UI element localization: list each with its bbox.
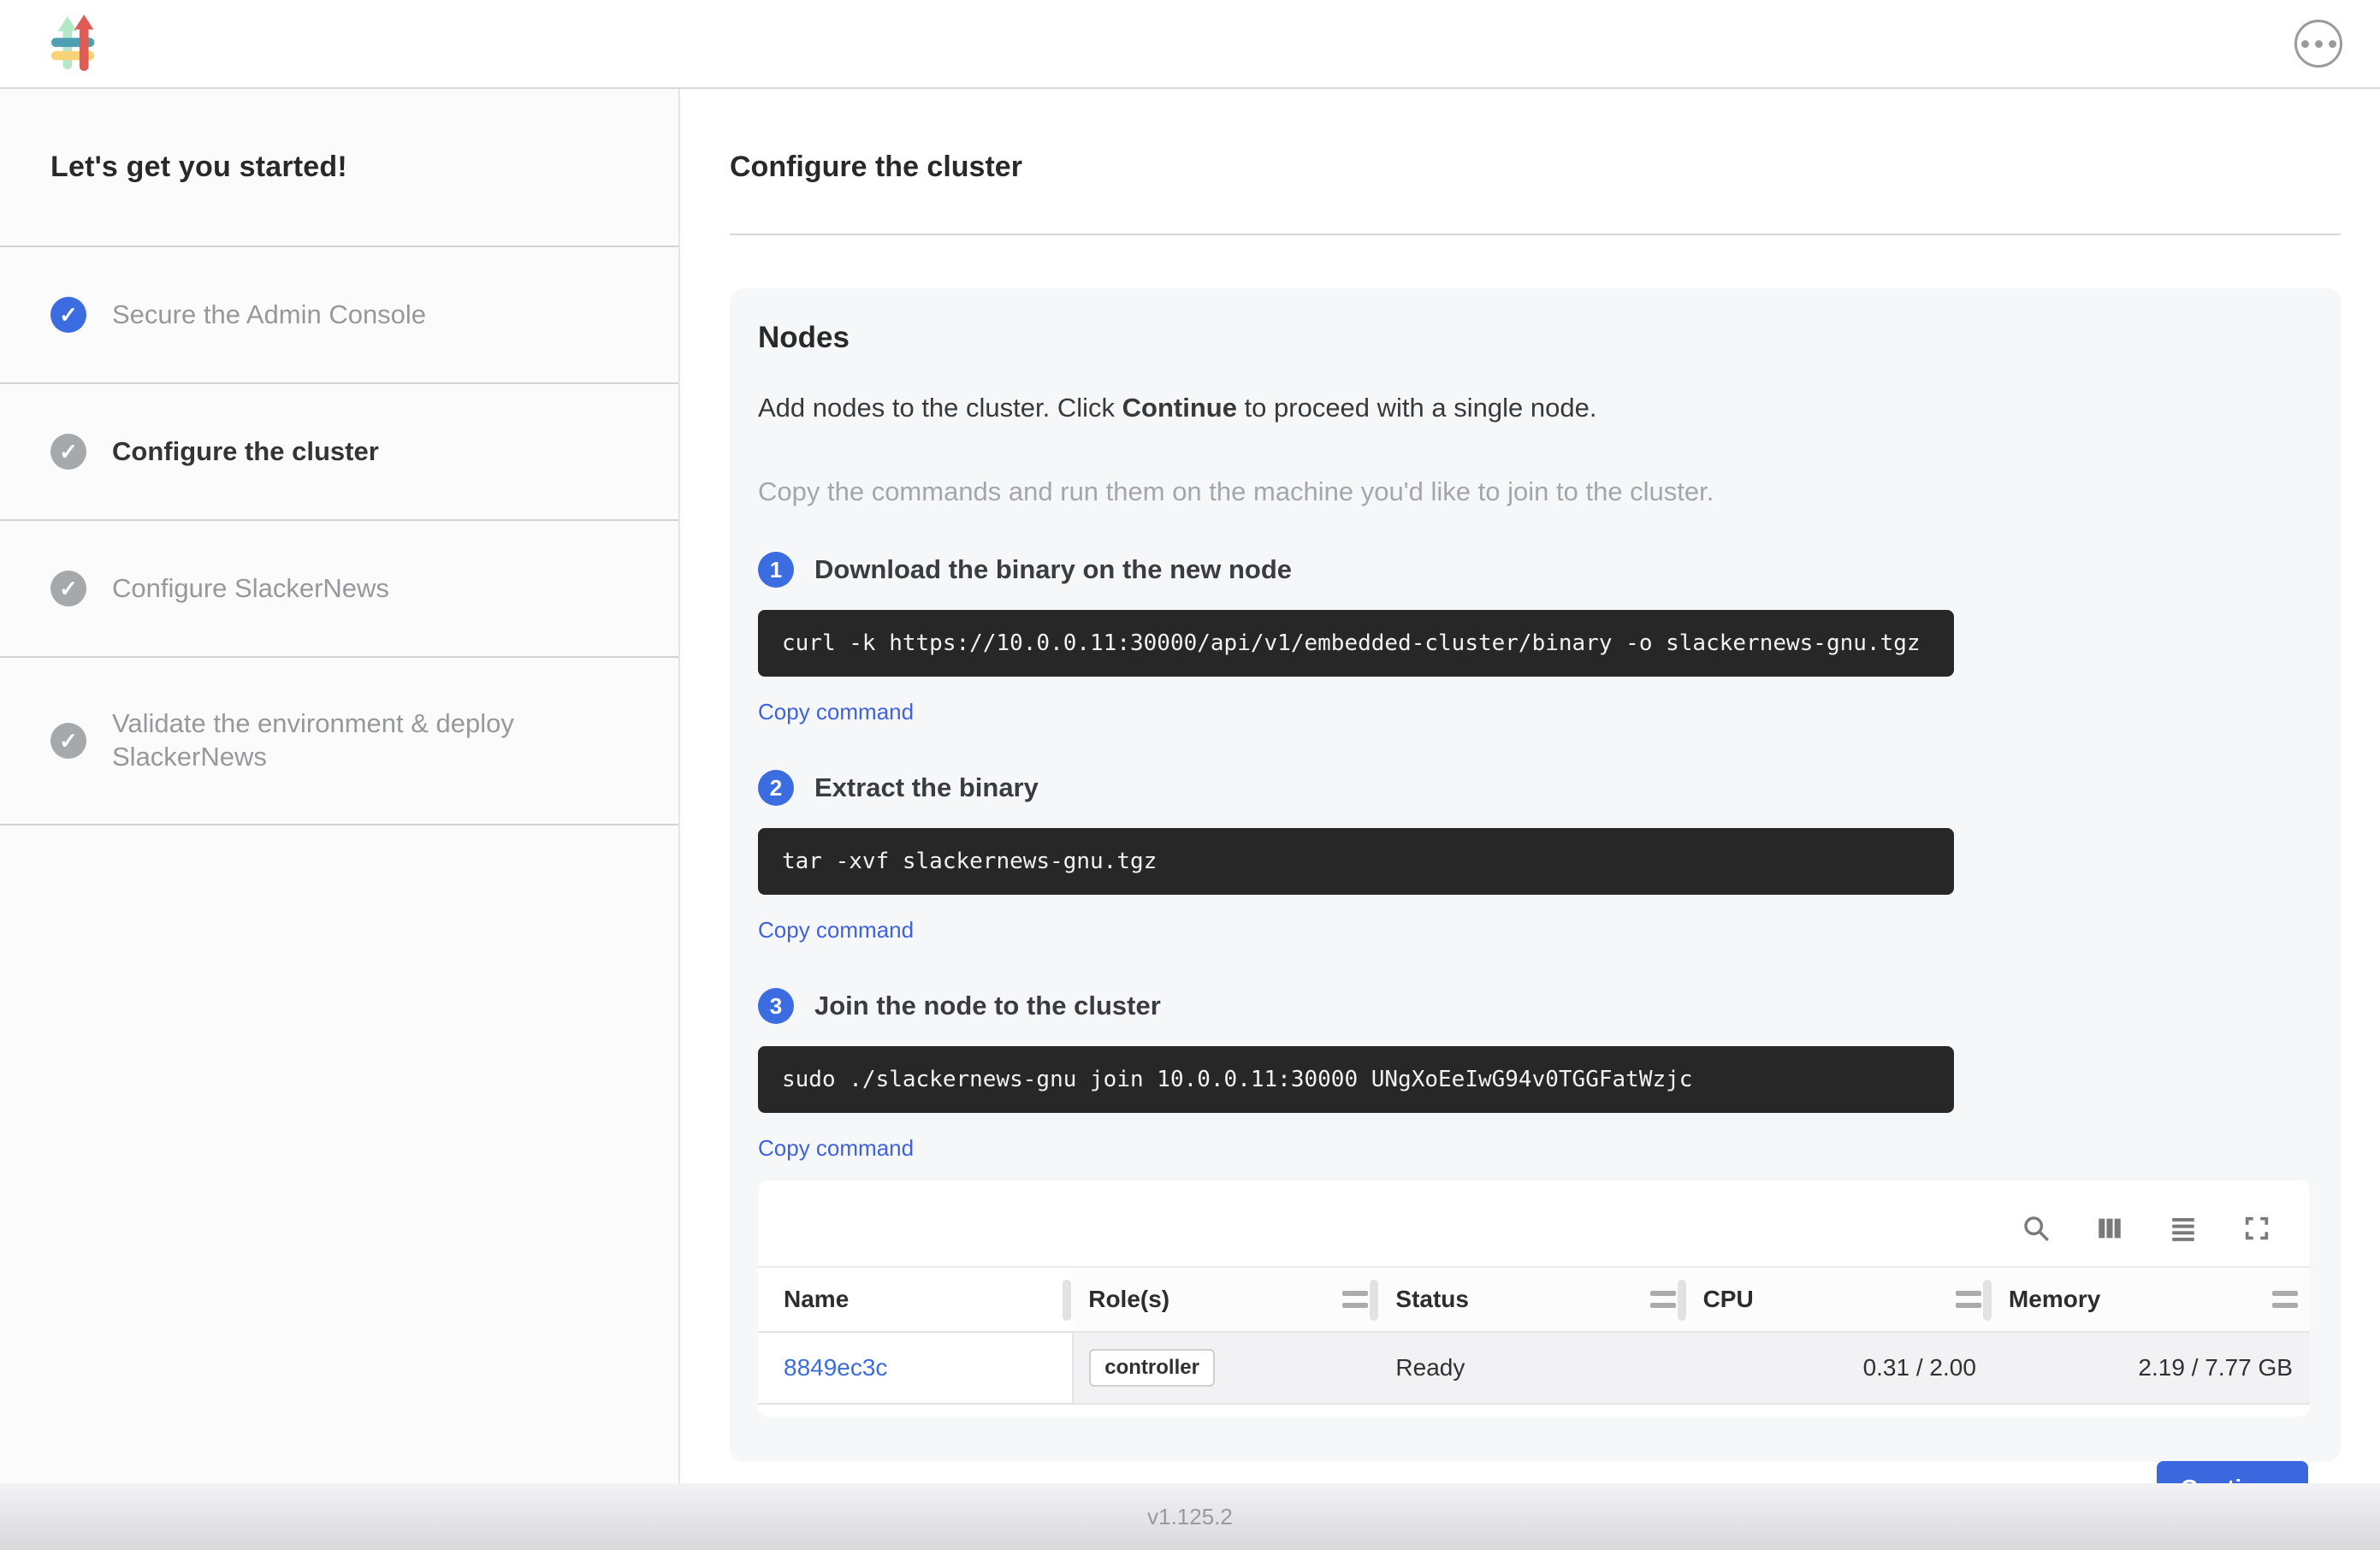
- step-3-command-text: sudo ./slackernews-gnu join 10.0.0.11:30…: [782, 1067, 1692, 1092]
- step-number-badge: 3: [758, 988, 794, 1024]
- column-separator[interactable]: [1370, 1280, 1378, 1321]
- check-circle-icon: ✓: [50, 434, 86, 470]
- main-panel: Configure the cluster Nodes Add nodes to…: [680, 89, 2380, 1483]
- sidebar-item-label: Configure SlackerNews: [112, 572, 389, 606]
- step-number-badge: 2: [758, 770, 794, 806]
- admin-console-page: Let's get you started! ✓ Secure the Admi…: [0, 0, 2380, 1550]
- intro-suffix: to proceed with a single node.: [1237, 393, 1597, 423]
- step-number-badge: 1: [758, 552, 794, 588]
- step-title: Join the node to the cluster: [814, 991, 1161, 1021]
- intro-continue-word: Continue: [1122, 393, 1237, 423]
- sidebar-item-configure-slackernews[interactable]: ✓ Configure SlackerNews: [0, 521, 678, 658]
- column-header-cpu[interactable]: CPU: [1688, 1267, 1993, 1332]
- node-memory-cell: 2.19 / 7.77 GB: [1993, 1332, 2310, 1404]
- step-3-command-block: sudo ./slackernews-gnu join 10.0.0.11:30…: [758, 1046, 1954, 1113]
- role-chip: controller: [1089, 1349, 1215, 1387]
- step-2-header: 2 Extract the binary: [758, 770, 2310, 806]
- column-header-memory[interactable]: Memory: [1993, 1267, 2310, 1332]
- continue-button[interactable]: Continue: [2157, 1461, 2308, 1483]
- content-row: Let's get you started! ✓ Secure the Admi…: [0, 89, 2380, 1483]
- overflow-menu-button[interactable]: [2294, 20, 2342, 68]
- step-title: Extract the binary: [814, 772, 1039, 803]
- sidebar-item-validate-deploy[interactable]: ✓ Validate the environment & deploy Slac…: [0, 658, 678, 825]
- sidebar-item-label: Validate the environment & deploy Slacke…: [112, 707, 591, 774]
- density-icon[interactable]: [2168, 1213, 2199, 1244]
- check-circle-icon: ✓: [50, 723, 86, 759]
- node-status-cell: Ready: [1380, 1332, 1687, 1404]
- intro-prefix: Add nodes to the cluster. Click: [758, 393, 1122, 423]
- sidebar-item-secure-admin-console[interactable]: ✓ Secure the Admin Console: [0, 247, 678, 384]
- node-role-cell: controller: [1073, 1332, 1380, 1404]
- copy-commands-hint: Copy the commands and run them on the ma…: [758, 476, 2310, 507]
- copy-command-link-2[interactable]: Copy command: [758, 917, 914, 944]
- sidebar-title: Let's get you started!: [50, 151, 347, 184]
- slackernews-logo-icon: [50, 15, 103, 73]
- step-1-header: 1 Download the binary on the new node: [758, 552, 2310, 588]
- sidebar-item-label: Secure the Admin Console: [112, 299, 426, 332]
- nodes-table: Name Role(s) Status: [758, 1266, 2310, 1405]
- step-2-command-block: tar -xvf slackernews-gnu.tgz: [758, 828, 1954, 895]
- node-row: 8849ec3c controller Ready 0.31 / 2.00 2.…: [758, 1332, 2310, 1404]
- nodes-card: Nodes Add nodes to the cluster. Click Co…: [730, 288, 2341, 1462]
- footer-bar: v1.125.2: [0, 1483, 2380, 1550]
- column-separator[interactable]: [1983, 1280, 1992, 1321]
- column-menu-icon[interactable]: [1650, 1291, 1676, 1308]
- column-header-status[interactable]: Status: [1380, 1267, 1687, 1332]
- column-menu-icon[interactable]: [1956, 1291, 1981, 1308]
- check-circle-icon: ✓: [50, 571, 86, 606]
- copy-command-link-1[interactable]: Copy command: [758, 699, 914, 725]
- page-title: Configure the cluster: [730, 151, 2341, 184]
- card-actions: Continue: [758, 1461, 2310, 1483]
- step-2-command-text: tar -xvf slackernews-gnu.tgz: [782, 849, 1157, 874]
- setup-sidebar: Let's get you started! ✓ Secure the Admi…: [0, 89, 680, 1483]
- ellipsis-circle-icon: [2301, 40, 2336, 48]
- nodes-table-card: Name Role(s) Status: [758, 1180, 2310, 1417]
- copy-command-link-3[interactable]: Copy command: [758, 1135, 914, 1162]
- fullscreen-icon[interactable]: [2241, 1213, 2272, 1244]
- columns-icon[interactable]: [2094, 1213, 2125, 1244]
- column-separator[interactable]: [1063, 1280, 1071, 1321]
- node-name-link[interactable]: 8849ec3c: [784, 1354, 887, 1381]
- search-icon[interactable]: [2021, 1213, 2051, 1244]
- nodes-heading: Nodes: [758, 321, 2310, 355]
- table-header-row: Name Role(s) Status: [758, 1267, 2310, 1332]
- column-separator[interactable]: [1678, 1280, 1686, 1321]
- version-label: v1.125.2: [1147, 1504, 1233, 1530]
- sidebar-item-label: Configure the cluster: [112, 435, 379, 469]
- column-menu-icon[interactable]: [1342, 1291, 1368, 1308]
- title-divider: [730, 234, 2341, 235]
- node-cpu-cell: 0.31 / 2.00: [1688, 1332, 1993, 1404]
- sidebar-item-configure-cluster[interactable]: ✓ Configure the cluster: [0, 384, 678, 521]
- node-name-cell: 8849ec3c: [758, 1332, 1073, 1404]
- sidebar-title-block: Let's get you started!: [0, 89, 678, 247]
- step-title: Download the binary on the new node: [814, 554, 1292, 585]
- check-circle-icon: ✓: [50, 297, 86, 333]
- top-bar: [0, 0, 2380, 89]
- step-1-command-text: curl -k https://10.0.0.11:30000/api/v1/e…: [782, 630, 1921, 656]
- step-1-command-block: curl -k https://10.0.0.11:30000/api/v1/e…: [758, 610, 1954, 677]
- column-header-roles[interactable]: Role(s): [1073, 1267, 1380, 1332]
- column-menu-icon[interactable]: [2272, 1291, 2298, 1308]
- step-3-header: 3 Join the node to the cluster: [758, 988, 2310, 1024]
- column-header-name[interactable]: Name: [758, 1267, 1073, 1332]
- table-toolbar: [758, 1201, 2310, 1266]
- nodes-intro: Add nodes to the cluster. Click Continue…: [758, 393, 2310, 423]
